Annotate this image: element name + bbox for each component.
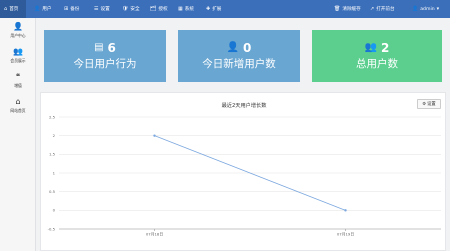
card-value-row: 👤 0 — [227, 42, 252, 54]
y-tick-label: 1.5 — [49, 152, 56, 157]
open-site-button[interactable]: ↗ 打开前台 — [370, 0, 395, 18]
nav-item-users[interactable]: 👤 用户 — [34, 0, 51, 18]
stat-card-today-new-users: 👤 0 今日新增用户数 — [178, 30, 300, 82]
top-navbar: ⌂ 首页 👤 用户 ⊞ 备份 ☰ 设置 🛡 安全 🗂 授权 ▦ 系统 ✚ 扩展 … — [0, 0, 450, 18]
users-icon: 👥 — [13, 46, 23, 56]
y-tick-label: 2 — [53, 133, 56, 138]
clear-cache-button[interactable]: 🗑 清除缓存 — [334, 0, 361, 18]
user-icon: 👤 — [412, 5, 419, 12]
system-icon: ▦ — [178, 5, 183, 12]
card-value-row: ▤ 6 — [94, 42, 116, 54]
folder-icon: 🗂 — [150, 5, 157, 12]
user-icon: 👤 — [226, 42, 240, 54]
nav-item-label: 安全 — [130, 7, 140, 12]
card-label: 今日用户行为 — [73, 58, 137, 71]
sidebar-item-label: 增值 — [14, 82, 22, 88]
nav-item-label: 首页 — [9, 7, 19, 12]
sidebar-item-user-center[interactable]: 👤 用户中心 — [0, 18, 36, 43]
card-value: 2 — [381, 41, 390, 56]
home-icon: ⌂ — [15, 96, 21, 106]
stat-card-today-actions: ▤ 6 今日用户行为 — [44, 30, 166, 82]
user-icon: 👤 — [13, 21, 23, 31]
nav-item-label: 备份 — [70, 7, 80, 12]
nav-item-home[interactable]: ⌂ 首页 — [0, 0, 26, 18]
y-tick-label: -0.5 — [48, 226, 56, 231]
card-value: 0 — [243, 41, 252, 56]
users-icon: 👥 — [364, 42, 378, 54]
stat-card-total-users: 👥 2 总用户数 — [312, 30, 442, 82]
username: admin — [420, 6, 435, 12]
sidebar-item-label: 会员展示 — [10, 57, 26, 63]
home-icon: ⌂ — [4, 5, 8, 12]
card-label: 今日新增用户数 — [202, 58, 276, 71]
chart-panel: 最近2天用户增长数 ⚙ 设置 2.5 2 1.5 1 0.5 0 -0.5 07月18日 07月… — [40, 92, 446, 251]
sidebar-item-label: 网站首页 — [10, 107, 26, 113]
sidebar-item-label: 用户中心 — [10, 32, 26, 38]
clear-cache-label: 清除缓存 — [342, 7, 361, 12]
y-tick-label: 0.5 — [49, 189, 56, 194]
nav-item-label: 扩展 — [212, 7, 222, 12]
plus-icon: ✚ — [206, 5, 211, 12]
x-tick-label: 07月18日 — [146, 232, 163, 237]
y-tick-label: 0 — [53, 208, 56, 213]
y-tick-label: 2.5 — [49, 114, 56, 119]
nav-item-label: 系统 — [184, 7, 194, 12]
x-tick-label: 07月19日 — [337, 232, 354, 237]
quote-icon: ❝ — [15, 71, 21, 81]
card-label: 总用户数 — [356, 58, 398, 71]
sidebar: 👤 用户中心 👥 会员展示 ❝ 增值 ⌂ 网站首页 — [0, 18, 36, 251]
nav-item-label: 授权 — [158, 7, 168, 12]
user-growth-line-chart: 2.5 2 1.5 1 0.5 0 -0.5 07月18日 07月19日 — [48, 114, 441, 237]
nav-item-settings[interactable]: ☰ 设置 — [94, 0, 110, 18]
sidebar-item-value-added[interactable]: ❝ 增值 — [0, 68, 36, 93]
trash-icon: 🗑 — [334, 5, 341, 12]
caret-down-icon: ▾ — [436, 5, 440, 12]
sidebar-item-members[interactable]: 👥 会员展示 — [0, 43, 36, 68]
user-icon: 👤 — [34, 5, 41, 12]
data-point — [344, 209, 347, 212]
nav-item-label: 设置 — [100, 7, 110, 12]
card-value-row: 👥 2 — [365, 42, 390, 54]
nav-item-backup[interactable]: ⊞ 备份 — [64, 0, 79, 18]
card-value: 6 — [107, 41, 116, 56]
nav-item-security[interactable]: 🛡 安全 — [122, 0, 140, 18]
nav-item-label: 用户 — [42, 7, 52, 12]
open-site-label: 打开前台 — [376, 7, 395, 12]
data-point — [153, 134, 156, 137]
shield-icon: 🛡 — [122, 5, 129, 12]
external-link-icon: ↗ — [370, 5, 375, 12]
backup-icon: ⊞ — [64, 5, 69, 12]
list-icon: ☰ — [94, 5, 99, 12]
y-tick-label: 1 — [53, 170, 56, 175]
nav-item-extensions[interactable]: ✚ 扩展 — [206, 0, 221, 18]
sidebar-item-site-home[interactable]: ⌂ 网站首页 — [0, 93, 36, 118]
nav-item-license[interactable]: 🗂 授权 — [150, 0, 168, 18]
user-menu[interactable]: 👤 admin ▾ — [412, 0, 439, 18]
list-icon: ▤ — [94, 42, 104, 54]
nav-item-system[interactable]: ▦ 系统 — [178, 0, 194, 18]
